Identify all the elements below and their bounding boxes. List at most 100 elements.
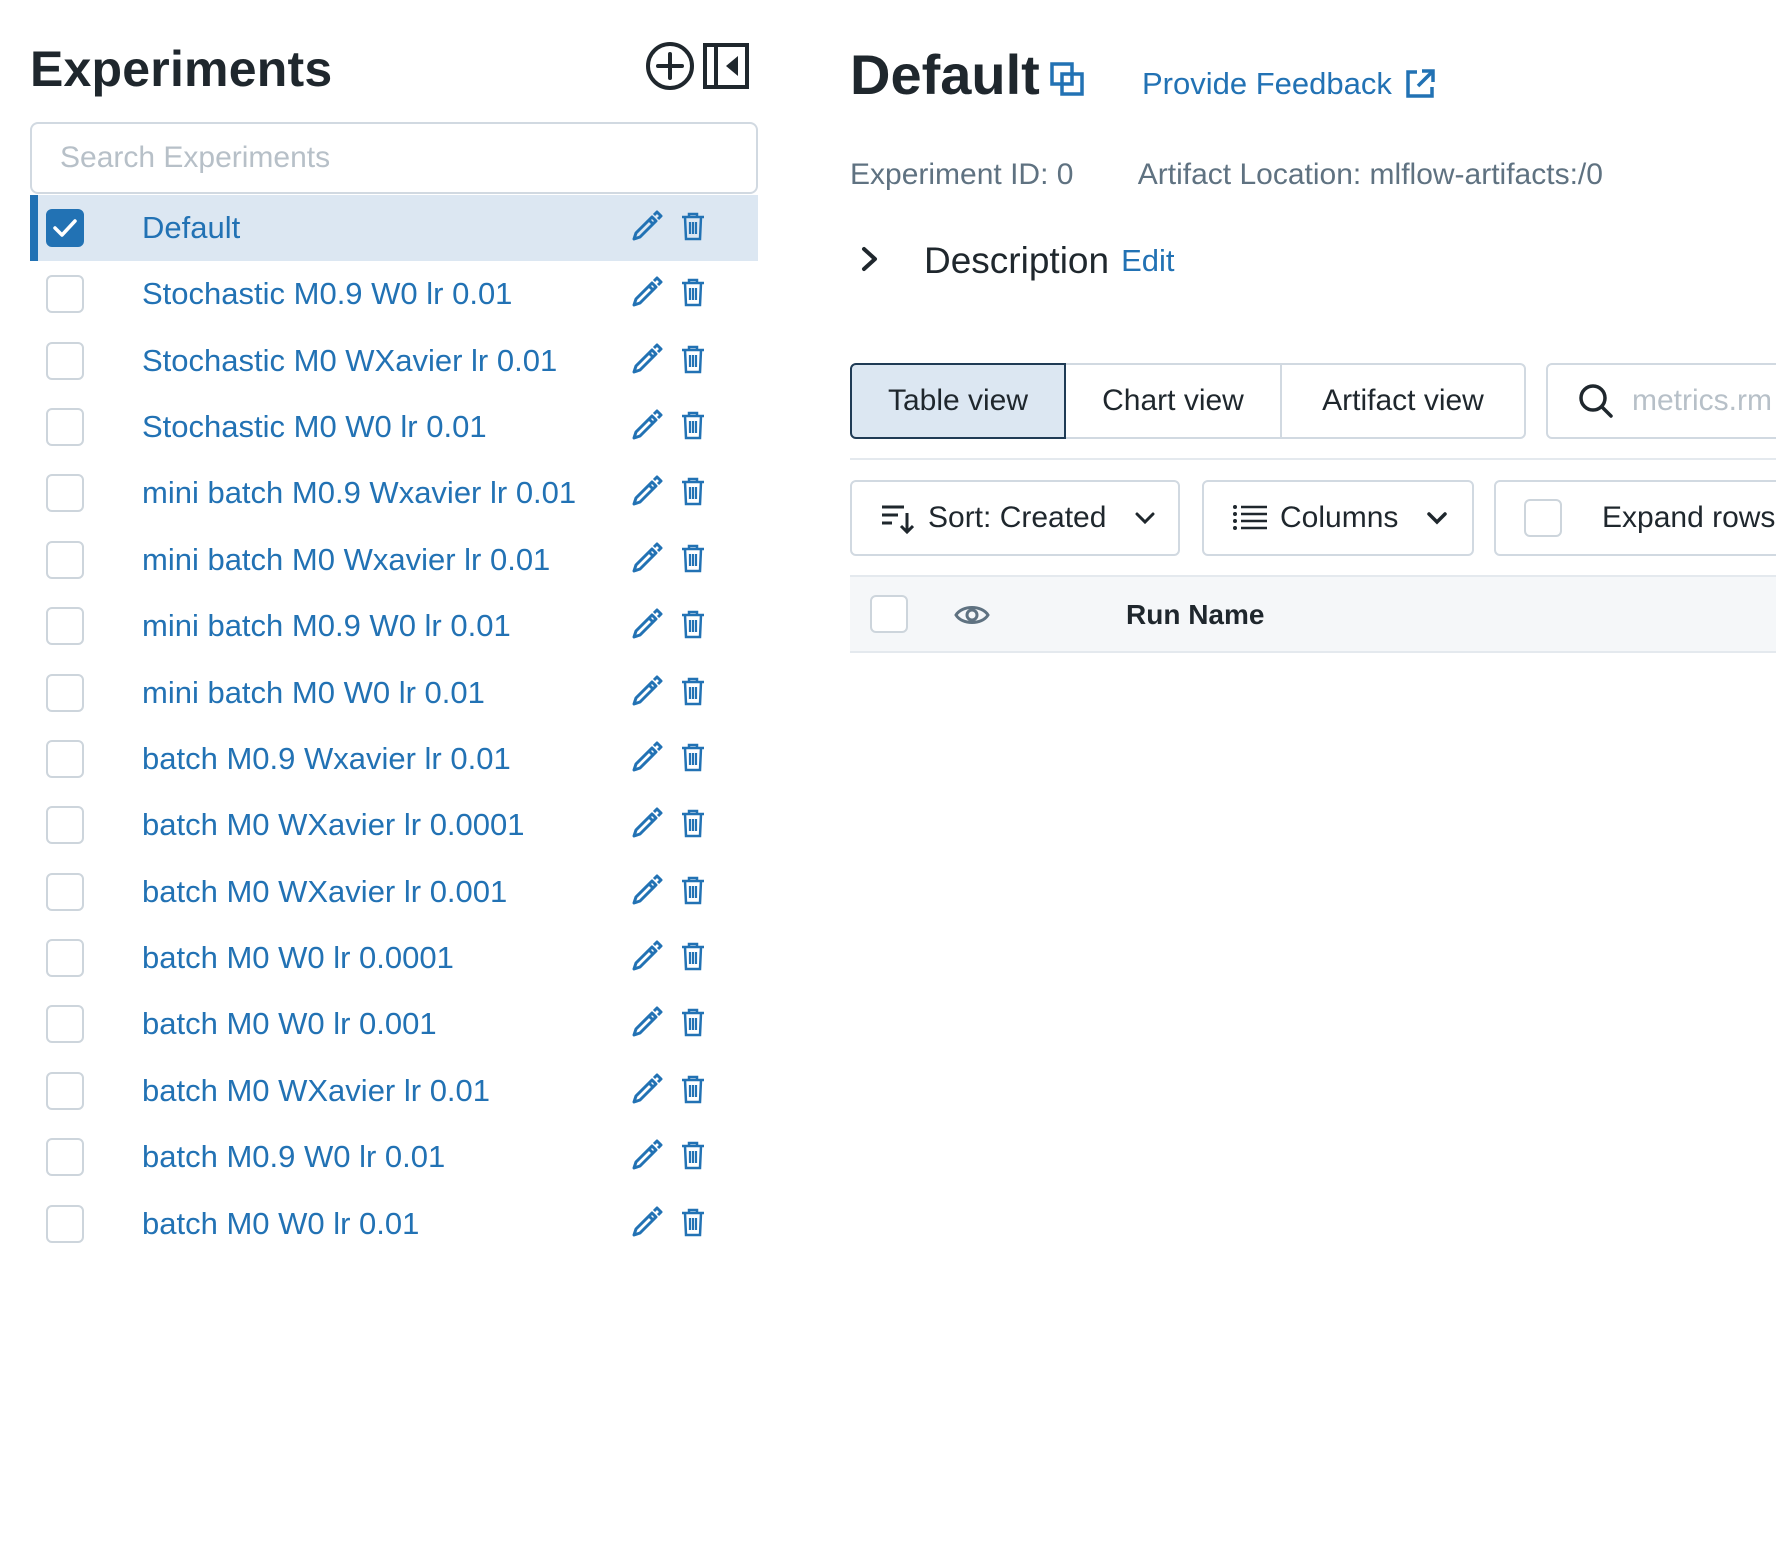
experiment-checkbox[interactable]: [46, 607, 84, 646]
column-header-run-name[interactable]: Run Name: [1126, 599, 1264, 631]
description-edit-link[interactable]: Edit: [1121, 243, 1174, 279]
experiment-checkbox[interactable]: [46, 1005, 84, 1044]
experiment-list-item[interactable]: Stochastic M0 WXavier lr 0.01: [30, 327, 758, 393]
delete-experiment-button[interactable]: [680, 609, 706, 639]
rename-experiment-button[interactable]: [630, 607, 664, 641]
rename-experiment-button[interactable]: [630, 1005, 664, 1039]
delete-experiment-button[interactable]: [680, 1007, 706, 1037]
rename-experiment-button[interactable]: [630, 474, 664, 508]
metrics-search-input[interactable]: metrics.rm: [1546, 363, 1776, 439]
rename-experiment-button[interactable]: [630, 740, 664, 774]
experiment-name-link[interactable]: batch M0 W0 lr 0.01: [142, 1206, 419, 1242]
experiment-list-item[interactable]: batch M0 W0 lr 0.01: [30, 1190, 758, 1256]
columns-button[interactable]: Columns: [1202, 480, 1474, 556]
delete-experiment-button[interactable]: [680, 410, 706, 440]
rename-experiment-button[interactable]: [630, 1138, 664, 1172]
rename-experiment-button[interactable]: [630, 408, 664, 442]
experiment-list-item[interactable]: batch M0 W0 lr 0.001: [30, 991, 758, 1057]
rename-experiment-button[interactable]: [630, 806, 664, 840]
experiment-name-link[interactable]: batch M0 W0 lr 0.0001: [142, 940, 454, 976]
delete-experiment-button[interactable]: [680, 875, 706, 905]
experiment-checkbox[interactable]: [46, 673, 84, 712]
experiment-checkbox[interactable]: [46, 806, 84, 845]
delete-experiment-button[interactable]: [680, 344, 706, 374]
rename-experiment-button[interactable]: [630, 342, 664, 376]
experiment-checkbox[interactable]: [46, 1138, 84, 1177]
collapse-sidebar-button[interactable]: [702, 42, 750, 90]
provide-feedback-link[interactable]: Provide Feedback: [1142, 66, 1436, 102]
experiment-name-link[interactable]: batch M0.9 W0 lr 0.01: [142, 1139, 445, 1175]
experiment-name-link[interactable]: Stochastic M0 W0 lr 0.01: [142, 409, 487, 445]
experiment-name-link[interactable]: batch M0 W0 lr 0.001: [142, 1006, 437, 1042]
edit-pencil-icon: [632, 276, 663, 307]
experiment-checkbox[interactable]: [46, 275, 84, 314]
delete-experiment-button[interactable]: [680, 941, 706, 971]
experiment-checkbox[interactable]: [46, 739, 84, 778]
delete-experiment-button[interactable]: [680, 676, 706, 706]
experiment-checkbox[interactable]: [46, 1071, 84, 1110]
select-all-checkbox[interactable]: [870, 595, 908, 633]
experiment-list-item[interactable]: batch M0 WXavier lr 0.001: [30, 859, 758, 925]
search-experiments-input[interactable]: [32, 124, 756, 192]
experiment-checkbox[interactable]: [46, 939, 84, 978]
experiment-name-link[interactable]: Stochastic M0 WXavier lr 0.01: [142, 343, 557, 379]
tab-artifact-view[interactable]: Artifact view: [1280, 363, 1526, 439]
visibility-toggle[interactable]: [954, 597, 990, 638]
rename-experiment-button[interactable]: [630, 873, 664, 907]
delete-experiment-button[interactable]: [680, 742, 706, 772]
delete-experiment-button[interactable]: [680, 808, 706, 838]
experiment-name-link[interactable]: batch M0.9 Wxavier lr 0.01: [142, 741, 511, 777]
experiment-name-link[interactable]: mini batch M0.9 W0 lr 0.01: [142, 608, 511, 644]
create-experiment-button[interactable]: [644, 40, 696, 92]
experiment-list-item[interactable]: Stochastic M0.9 W0 lr 0.01: [30, 261, 758, 327]
expand-rows-toggle[interactable]: Expand rows: [1494, 480, 1776, 556]
experiment-list-item[interactable]: batch M0 WXavier lr 0.0001: [30, 792, 758, 858]
experiment-list-item[interactable]: batch M0.9 Wxavier lr 0.01: [30, 726, 758, 792]
experiment-checkbox[interactable]: [46, 474, 84, 513]
expand-rows-checkbox[interactable]: [1524, 499, 1562, 537]
delete-experiment-button[interactable]: [680, 1074, 706, 1104]
experiment-list-item[interactable]: mini batch M0 W0 lr 0.01: [30, 659, 758, 725]
tab-table-view[interactable]: Table view: [850, 363, 1066, 439]
experiment-list-item[interactable]: mini batch M0 Wxavier lr 0.01: [30, 527, 758, 593]
experiment-checkbox[interactable]: [46, 1204, 84, 1243]
copy-button[interactable]: [1050, 62, 1084, 101]
rename-experiment-button[interactable]: [630, 541, 664, 575]
rename-experiment-button[interactable]: [630, 939, 664, 973]
rename-experiment-button[interactable]: [630, 1205, 664, 1239]
experiment-name-link[interactable]: mini batch M0 W0 lr 0.01: [142, 675, 485, 711]
experiment-name-link[interactable]: batch M0 WXavier lr 0.01: [142, 1073, 490, 1109]
experiment-list-item[interactable]: Default: [30, 195, 758, 261]
rename-experiment-button[interactable]: [630, 1072, 664, 1106]
rename-experiment-button[interactable]: [630, 209, 664, 243]
experiment-list-item[interactable]: Stochastic M0 W0 lr 0.01: [30, 394, 758, 460]
sort-button[interactable]: Sort: Created: [850, 480, 1180, 556]
experiment-list-item[interactable]: batch M0 WXavier lr 0.01: [30, 1058, 758, 1124]
experiment-name-link[interactable]: mini batch M0 Wxavier lr 0.01: [142, 542, 550, 578]
experiment-name-link[interactable]: batch M0 WXavier lr 0.0001: [142, 807, 525, 843]
delete-experiment-button[interactable]: [680, 211, 706, 241]
experiment-checkbox[interactable]: [46, 407, 84, 446]
tab-chart-view[interactable]: Chart view: [1064, 363, 1282, 439]
rename-experiment-button[interactable]: [630, 674, 664, 708]
experiment-checkbox[interactable]: [46, 872, 84, 911]
experiment-name-link[interactable]: batch M0 WXavier lr 0.001: [142, 874, 507, 910]
delete-experiment-button[interactable]: [680, 476, 706, 506]
experiment-checkbox[interactable]: [46, 209, 84, 247]
delete-experiment-button[interactable]: [680, 1207, 706, 1237]
delete-experiment-button[interactable]: [680, 1140, 706, 1170]
experiment-list-item[interactable]: mini batch M0.9 Wxavier lr 0.01: [30, 460, 758, 526]
experiment-name-link[interactable]: Default: [142, 210, 240, 246]
delete-experiment-button[interactable]: [680, 277, 706, 307]
rename-experiment-button[interactable]: [630, 275, 664, 309]
delete-experiment-button[interactable]: [680, 543, 706, 573]
search-experiments[interactable]: [30, 122, 758, 194]
experiment-list-item[interactable]: mini batch M0.9 W0 lr 0.01: [30, 593, 758, 659]
experiment-checkbox[interactable]: [46, 540, 84, 579]
experiment-name-link[interactable]: Stochastic M0.9 W0 lr 0.01: [142, 276, 512, 312]
experiment-name-link[interactable]: mini batch M0.9 Wxavier lr 0.01: [142, 475, 576, 511]
description-toggle[interactable]: [860, 245, 880, 278]
experiment-list-item[interactable]: batch M0.9 W0 lr 0.01: [30, 1124, 758, 1190]
experiment-checkbox[interactable]: [46, 341, 84, 380]
experiment-list-item[interactable]: batch M0 W0 lr 0.0001: [30, 925, 758, 991]
